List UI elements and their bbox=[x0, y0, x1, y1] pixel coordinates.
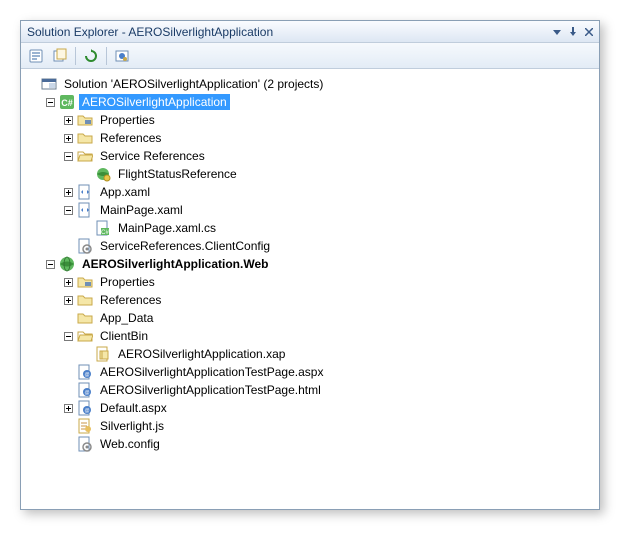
toolbar-separator bbox=[106, 47, 107, 65]
svg-text:@: @ bbox=[84, 390, 89, 396]
tree-item-label: FlightStatusReference bbox=[115, 166, 240, 182]
tree-item-js[interactable]: Silverlight.js bbox=[25, 417, 595, 435]
tree-item-aspx[interactable]: @ Default.aspx bbox=[25, 399, 595, 417]
close-icon[interactable] bbox=[583, 26, 595, 38]
folder-icon bbox=[77, 310, 93, 326]
folder-icon bbox=[77, 274, 93, 290]
tree-item-html[interactable]: @ AEROSilverlightApplicationTestPage.htm… bbox=[25, 381, 595, 399]
csharp-project-icon: C# bbox=[59, 94, 75, 110]
tree-item-label: Properties bbox=[97, 112, 158, 128]
svg-text:@: @ bbox=[84, 408, 89, 414]
html-file-icon: @ bbox=[77, 382, 93, 398]
pin-icon[interactable] bbox=[567, 26, 579, 38]
xaml-icon bbox=[77, 184, 93, 200]
aspx-file-icon: @ bbox=[77, 400, 93, 416]
tree-item-aspx[interactable]: @ AEROSilverlightApplicationTestPage.asp… bbox=[25, 363, 595, 381]
project-label: AEROSilverlightApplication bbox=[79, 94, 230, 110]
tree-item-label: MainPage.xaml bbox=[97, 202, 186, 218]
folder-icon bbox=[77, 112, 93, 128]
expand-icon[interactable] bbox=[61, 185, 75, 199]
show-all-files-button[interactable] bbox=[49, 45, 71, 67]
config-file-icon bbox=[77, 436, 93, 452]
solution-icon bbox=[41, 76, 57, 92]
aspx-file-icon: @ bbox=[77, 364, 93, 380]
svg-text:C#: C# bbox=[61, 98, 73, 108]
csharp-file-icon: C# bbox=[95, 220, 111, 236]
expand-icon[interactable] bbox=[61, 401, 75, 415]
tree-item-service-references[interactable]: Service References bbox=[25, 147, 595, 165]
tree-item-csharp-file[interactable]: C# MainPage.xaml.cs bbox=[25, 219, 595, 237]
expand-icon[interactable] bbox=[61, 275, 75, 289]
xaml-icon bbox=[77, 202, 93, 218]
tree-item-label: ClientBin bbox=[97, 328, 151, 344]
solution-node[interactable]: Solution 'AEROSilverlightApplication' (2… bbox=[25, 75, 595, 93]
tree-item-label: Web.config bbox=[97, 436, 163, 452]
solution-explorer-panel: Solution Explorer - AEROSilverlightAppli… bbox=[20, 20, 600, 510]
references-icon bbox=[77, 292, 93, 308]
tree-item-label: Properties bbox=[97, 274, 158, 290]
tree-item-label: ServiceReferences.ClientConfig bbox=[97, 238, 273, 254]
collapse-icon[interactable] bbox=[61, 203, 75, 217]
tree-item-label: Service References bbox=[97, 148, 208, 164]
solution-label: Solution 'AEROSilverlightApplication' (2… bbox=[61, 76, 326, 92]
tree-item-label: References bbox=[97, 130, 164, 146]
project-node[interactable]: AEROSilverlightApplication.Web bbox=[25, 255, 595, 273]
web-project-icon bbox=[59, 256, 75, 272]
tree-item-label: Default.aspx bbox=[97, 400, 170, 416]
references-icon bbox=[77, 130, 93, 146]
tree-item-service-reference[interactable]: FlightStatusReference bbox=[25, 165, 595, 183]
tree-item-label: AEROSilverlightApplicationTestPage.html bbox=[97, 382, 324, 398]
tree-item-xaml[interactable]: MainPage.xaml bbox=[25, 201, 595, 219]
folder-open-icon bbox=[77, 328, 93, 344]
expand-icon[interactable] bbox=[61, 293, 75, 307]
refresh-button[interactable] bbox=[80, 45, 102, 67]
tree-item-label: References bbox=[97, 292, 164, 308]
collapse-icon[interactable] bbox=[61, 149, 75, 163]
tree-item-references[interactable]: References bbox=[25, 129, 595, 147]
tree-item-label: App_Data bbox=[97, 310, 156, 326]
titlebar: Solution Explorer - AEROSilverlightAppli… bbox=[21, 21, 599, 43]
folder-open-icon bbox=[77, 148, 93, 164]
expand-icon[interactable] bbox=[61, 131, 75, 145]
dropdown-icon[interactable] bbox=[551, 26, 563, 38]
svg-text:C#: C# bbox=[101, 230, 109, 236]
tree-item-config[interactable]: Web.config bbox=[25, 435, 595, 453]
tree-item-label: Silverlight.js bbox=[97, 418, 167, 434]
solution-tree[interactable]: Solution 'AEROSilverlightApplication' (2… bbox=[21, 69, 599, 509]
config-file-icon bbox=[77, 238, 93, 254]
collapse-icon[interactable] bbox=[61, 329, 75, 343]
project-label: AEROSilverlightApplication.Web bbox=[79, 256, 271, 272]
tree-item-label: App.xaml bbox=[97, 184, 153, 200]
project-node[interactable]: C# AEROSilverlightApplication bbox=[25, 93, 595, 111]
toolbar-separator bbox=[75, 47, 76, 65]
properties-button[interactable] bbox=[25, 45, 47, 67]
collapse-icon[interactable] bbox=[43, 257, 57, 271]
tree-item-xap[interactable]: AEROSilverlightApplication.xap bbox=[25, 345, 595, 363]
tree-item-properties[interactable]: Properties bbox=[25, 273, 595, 291]
tree-item-properties[interactable]: Properties bbox=[25, 111, 595, 129]
tree-item-xaml[interactable]: App.xaml bbox=[25, 183, 595, 201]
tree-item-references[interactable]: References bbox=[25, 291, 595, 309]
service-reference-icon bbox=[95, 166, 111, 182]
expand-icon[interactable] bbox=[61, 113, 75, 127]
svg-text:@: @ bbox=[84, 372, 89, 378]
tree-item-label: MainPage.xaml.cs bbox=[115, 220, 219, 236]
tree-item-folder[interactable]: App_Data bbox=[25, 309, 595, 327]
tree-item-label: AEROSilverlightApplication.xap bbox=[115, 346, 288, 362]
xap-file-icon bbox=[95, 346, 111, 362]
titlebar-text: Solution Explorer - AEROSilverlightAppli… bbox=[25, 25, 551, 39]
script-file-icon bbox=[77, 418, 93, 434]
tree-item-label: AEROSilverlightApplicationTestPage.aspx bbox=[97, 364, 326, 380]
view-code-button[interactable] bbox=[111, 45, 133, 67]
tree-item-folder[interactable]: ClientBin bbox=[25, 327, 595, 345]
toolbar bbox=[21, 43, 599, 69]
tree-item-config[interactable]: ServiceReferences.ClientConfig bbox=[25, 237, 595, 255]
collapse-icon[interactable] bbox=[43, 95, 57, 109]
